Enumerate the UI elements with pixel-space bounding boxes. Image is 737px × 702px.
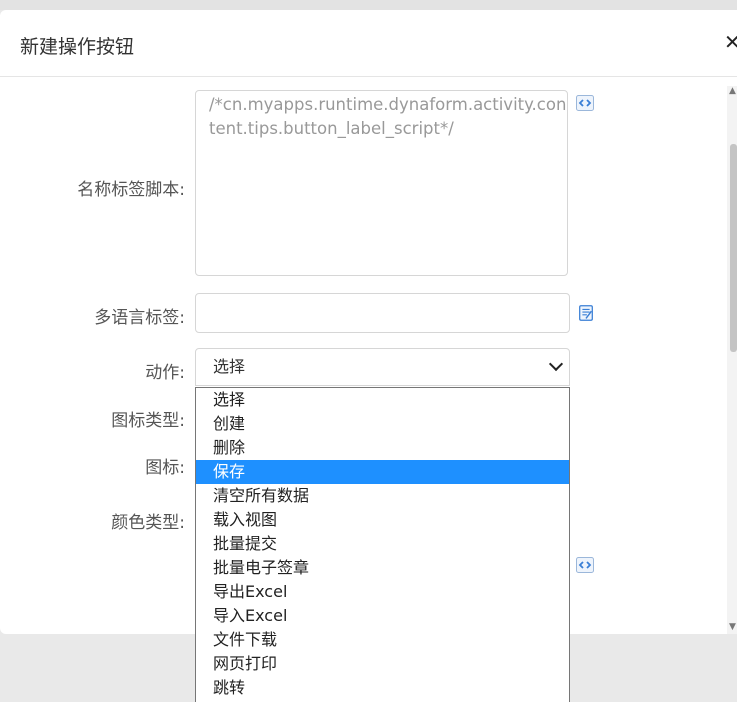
dropdown-option[interactable]: 删除 [196, 436, 569, 460]
dropdown-option[interactable]: 导入Excel [196, 604, 569, 628]
icon-label: 图标: [145, 458, 185, 478]
multilang-label: 多语言标签: [94, 308, 185, 328]
multilang-input[interactable] [195, 293, 570, 333]
dropdown-option[interactable]: 批量电子签章 [196, 556, 569, 580]
dropdown-option[interactable]: 载入视图 [196, 508, 569, 532]
dropdown-option[interactable]: 导出Excel [196, 580, 569, 604]
close-icon[interactable]: ✕ [724, 30, 737, 54]
scrollbar-thumb[interactable] [730, 144, 737, 352]
top-strip [0, 0, 737, 10]
chevron-down-icon [548, 356, 564, 372]
dropdown-option[interactable]: 网页打印 [196, 652, 569, 676]
icon-type-label: 图标类型: [111, 411, 185, 431]
action-dropdown-list: 选择 创建 删除 保存 清空所有数据 载入视图 批量提交 批量电子签章 导出Ex… [195, 387, 570, 702]
scroll-up-arrow[interactable]: ▲ [729, 86, 736, 96]
dialog-title: 新建操作按钮 [20, 36, 135, 58]
dropdown-option[interactable]: 创建 [196, 412, 569, 436]
label-script-textarea[interactable]: /*cn.myapps.runtime.dynaform.activity.co… [195, 90, 568, 276]
scroll-down-arrow[interactable]: ▼ [729, 622, 736, 632]
dropdown-option[interactable]: 跳转 [196, 676, 569, 700]
action-select[interactable]: 选择 [195, 348, 570, 386]
dropdown-option[interactable]: 批量提交 [196, 532, 569, 556]
edit-document-icon[interactable] [577, 304, 595, 322]
code-editor-icon-2[interactable] [576, 556, 594, 574]
dropdown-option[interactable]: 文件下载 [196, 628, 569, 652]
dropdown-option[interactable]: 清空所有数据 [196, 484, 569, 508]
dialog-header: 新建操作按钮 ✕ [0, 10, 737, 77]
label-script-label: 名称标签脚本: [77, 180, 185, 200]
color-type-label: 颜色类型: [111, 513, 185, 533]
action-label: 动作: [145, 363, 185, 383]
dropdown-option-highlighted[interactable]: 保存 [196, 460, 569, 484]
code-editor-icon[interactable] [576, 94, 594, 112]
dropdown-option[interactable]: 选择 [196, 388, 569, 412]
action-select-value: 选择 [213, 357, 246, 376]
